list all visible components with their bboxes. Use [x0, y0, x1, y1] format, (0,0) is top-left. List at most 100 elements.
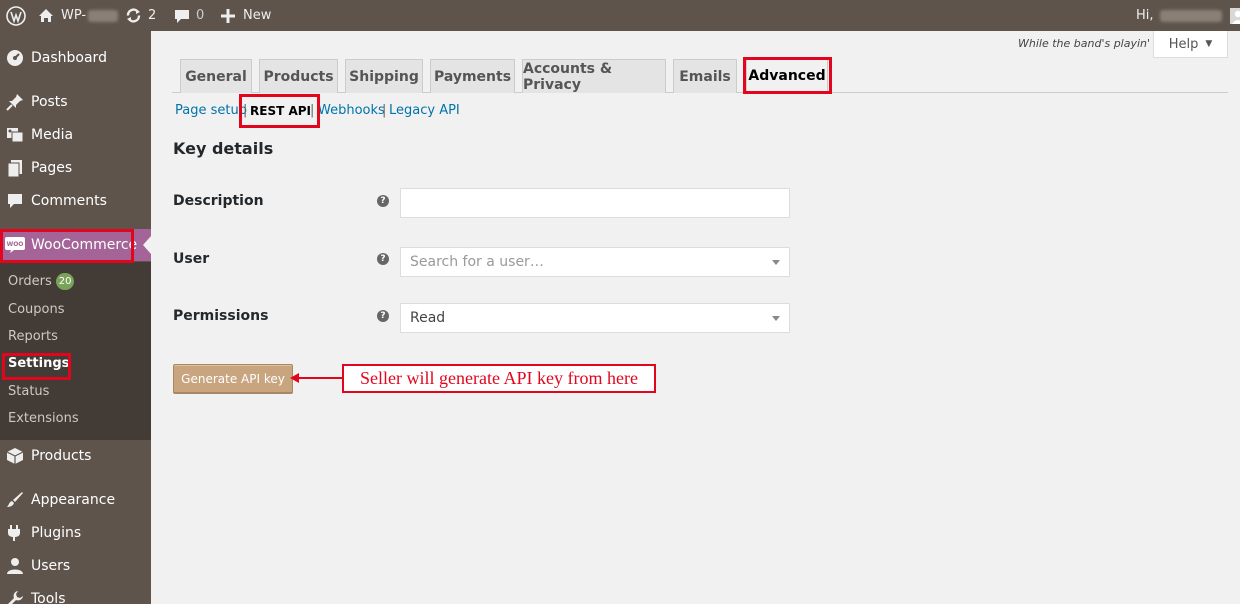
woo-icon-text: WOO — [7, 241, 24, 248]
subnav-rest-api[interactable]: REST API — [250, 104, 311, 118]
comments-link[interactable]: 0 — [174, 0, 204, 31]
sidebar-label-dashboard: Dashboard — [31, 50, 107, 66]
products-box-icon — [5, 446, 25, 466]
sidebar-item-appearance[interactable]: Appearance — [0, 484, 151, 516]
sidebar-label-appearance: Appearance — [31, 492, 116, 508]
annotation-callout: Seller will generate API key from here — [342, 364, 656, 393]
sidebar-item-plugins[interactable]: Plugins — [0, 517, 151, 549]
sidebar-label-comments: Comments — [31, 193, 107, 209]
tab-advanced[interactable]: Advanced — [746, 59, 828, 93]
description-input[interactable] — [400, 188, 790, 218]
user-icon — [5, 556, 25, 576]
user-search-select[interactable]: Search for a user… — [400, 247, 790, 277]
sidebar-item-pages[interactable]: Pages — [0, 152, 151, 184]
tab-emails[interactable]: Emails — [673, 59, 737, 93]
dashboard-icon — [5, 48, 25, 68]
sidebar-label-posts: Posts — [31, 94, 68, 110]
wrench-icon — [5, 589, 25, 604]
user-help-icon[interactable]: ? — [377, 253, 389, 265]
updates-count: 2 — [148, 8, 157, 23]
sidebar-label-products: Products — [31, 448, 92, 464]
tab-accounts-privacy[interactable]: Accounts & Privacy — [522, 59, 666, 93]
sidebar-item-products[interactable]: Products — [0, 440, 151, 472]
wordpress-logo-icon[interactable] — [6, 0, 26, 31]
site-name-link[interactable]: WP- — [38, 0, 119, 31]
blurred-site-name — [88, 9, 119, 22]
submenu-item-status[interactable]: Status — [8, 382, 49, 402]
user-search-placeholder: Search for a user… — [410, 254, 544, 270]
submenu-item-settings[interactable]: Settings — [8, 354, 69, 374]
sidebar-label-woocommerce: WooCommerce — [31, 237, 138, 253]
header-tagline: While the band's playin' — [1018, 37, 1151, 50]
avatar — [1229, 7, 1240, 24]
new-content-link[interactable]: New — [221, 0, 271, 31]
sidebar-item-tools[interactable]: Tools — [0, 583, 151, 604]
subnav-separator: | — [382, 103, 387, 118]
media-icon — [5, 125, 25, 145]
home-icon — [38, 8, 54, 23]
comments-icon — [5, 191, 25, 211]
subnav-webhooks[interactable]: Webhooks — [318, 103, 385, 118]
site-name: WP- — [61, 8, 87, 23]
updates-link[interactable]: 2 — [125, 0, 156, 31]
sidebar-label-plugins: Plugins — [31, 525, 82, 541]
tab-products[interactable]: Products — [259, 59, 338, 93]
sidebar-label-media: Media — [31, 127, 74, 143]
submenu-label-orders: Orders — [8, 274, 52, 289]
paintbrush-icon — [5, 490, 25, 510]
section-title-key-details: Key details — [173, 139, 274, 158]
admin-bar: WP- 2 0 New Hi, — [0, 0, 1240, 31]
sidebar-item-comments[interactable]: Comments — [0, 185, 151, 217]
help-label: Help — [1168, 36, 1199, 52]
blurred-username — [1159, 9, 1222, 22]
my-account[interactable]: Hi, — [1136, 0, 1240, 31]
woocommerce-submenu: Orders 20 Coupons Reports Settings Status… — [0, 262, 151, 440]
comments-count: 0 — [196, 8, 205, 23]
subnav-page-setup[interactable]: Page setup — [175, 103, 247, 118]
subnav-separator: | — [310, 103, 315, 118]
pushpin-icon — [5, 92, 25, 112]
sidebar-label-users: Users — [31, 558, 71, 574]
tab-general[interactable]: General — [180, 59, 252, 93]
submenu-item-orders[interactable]: Orders 20 — [8, 272, 75, 292]
tab-payments[interactable]: Payments — [430, 59, 515, 93]
plugin-icon — [5, 523, 25, 543]
comment-bubble-icon — [174, 8, 190, 24]
user-select-caret-icon — [772, 260, 780, 265]
generate-api-key-button[interactable]: Generate API key — [173, 364, 293, 393]
admin-sidebar: Dashboard Posts Media Pages Comments WOO… — [0, 31, 151, 604]
tab-shipping[interactable]: Shipping — [345, 59, 423, 93]
sidebar-label-pages: Pages — [31, 160, 73, 176]
subnav-legacy-api[interactable]: Legacy API — [389, 103, 460, 118]
subnav-separator: | — [243, 103, 248, 118]
permissions-value: Read — [410, 310, 446, 326]
sidebar-item-posts[interactable]: Posts — [0, 86, 151, 118]
permissions-label: Permissions — [173, 308, 269, 324]
updates-icon — [125, 7, 142, 24]
help-tab-button[interactable]: Help ▼ — [1153, 31, 1228, 58]
permissions-help-icon[interactable]: ? — [377, 310, 389, 322]
annotation-arrow-line — [293, 377, 343, 379]
permissions-select[interactable]: Read — [400, 303, 790, 333]
submenu-item-extensions[interactable]: Extensions — [8, 409, 79, 429]
submenu-item-reports[interactable]: Reports — [8, 327, 58, 347]
description-label: Description — [173, 193, 264, 209]
new-label: New — [243, 8, 272, 23]
sidebar-item-users[interactable]: Users — [0, 550, 151, 582]
sidebar-item-dashboard[interactable]: Dashboard — [0, 42, 151, 74]
description-help-icon[interactable]: ? — [377, 195, 389, 207]
active-menu-arrow — [143, 236, 151, 254]
sidebar-item-media[interactable]: Media — [0, 119, 151, 151]
user-label: User — [173, 251, 210, 267]
pages-icon — [5, 158, 25, 178]
sidebar-item-woocommerce[interactable]: WOO WooCommerce — [0, 229, 151, 261]
annotation-arrowhead-icon — [290, 373, 299, 383]
submenu-item-coupons[interactable]: Coupons — [8, 300, 65, 320]
caret-down-icon: ▼ — [1205, 39, 1213, 49]
woocommerce-icon: WOO — [5, 235, 25, 255]
orders-count-badge: 20 — [55, 273, 75, 290]
greeting: Hi, — [1136, 8, 1154, 23]
permissions-select-caret-icon — [772, 316, 780, 321]
sidebar-label-tools: Tools — [31, 591, 66, 604]
plus-icon — [221, 8, 235, 23]
